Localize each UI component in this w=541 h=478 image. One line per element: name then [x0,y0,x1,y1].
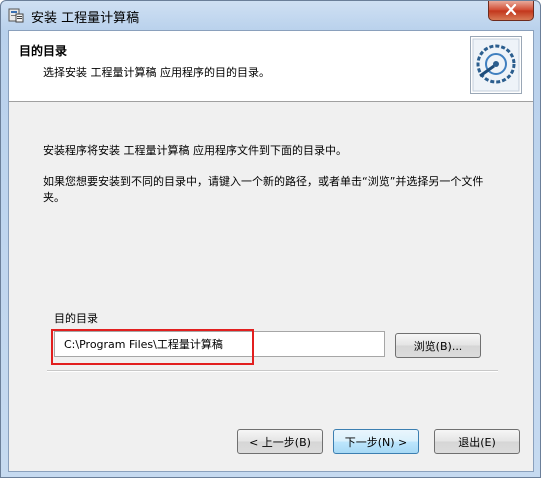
dialog-client-area: 目的目录 选择安装 工程量计算稿 应用程序的目的目录。 安装程序将安装 工程量计… [8,30,534,472]
destination-folder-label: 目的目录 [54,312,98,325]
close-button[interactable] [488,1,534,21]
next-button[interactable]: 下一步(N) > [333,429,419,454]
banner-title: 目的目录 [19,44,68,58]
exit-button[interactable]: 退出(E) [434,429,520,454]
close-icon [505,3,517,18]
destination-path-input[interactable] [54,331,385,357]
installer-window: 安装 工程量计算稿 目的目录 选择安装 工程量计算稿 应用程序的目的目录。 安装… [0,0,541,478]
header-banner: 目的目录 选择安装 工程量计算稿 应用程序的目的目录。 [9,31,533,102]
installer-app-icon [7,6,25,24]
group-separator [47,370,498,372]
change-location-instructions: 如果您想要安装到不同的目录中，请键入一个新的路径，或者单击“浏览”并选择另一个文… [43,175,484,204]
back-button[interactable]: < 上一步(B) [237,429,323,454]
title-bar[interactable]: 安装 工程量计算稿 [1,1,540,29]
window-title: 安装 工程量计算稿 [31,11,140,26]
browse-button[interactable]: 浏览(B)... [395,333,481,358]
disc-install-icon [470,36,522,94]
install-location-text: 安装程序将安装 工程量计算稿 应用程序文件到下面的目录中。 [43,144,347,157]
banner-subtitle: 选择安装 工程量计算稿 应用程序的目的目录。 [43,66,270,79]
